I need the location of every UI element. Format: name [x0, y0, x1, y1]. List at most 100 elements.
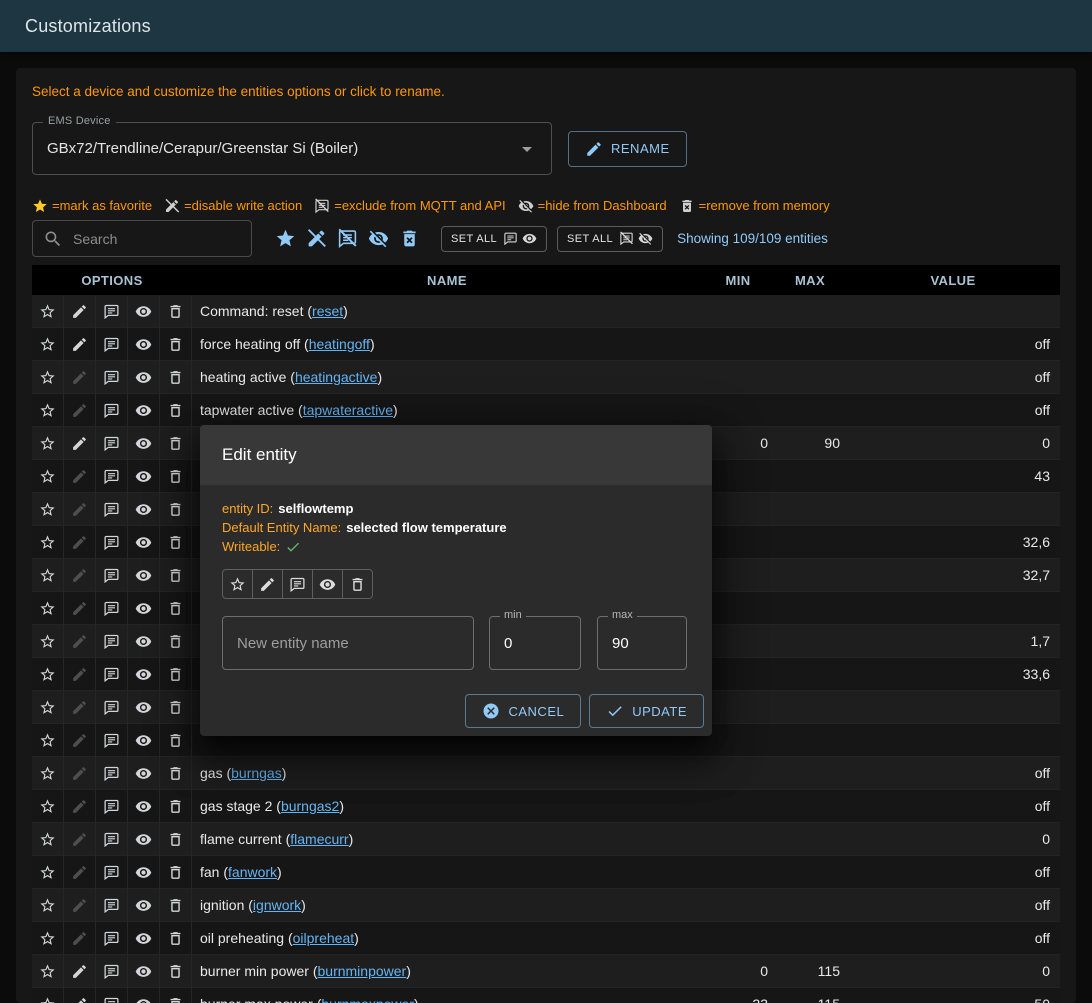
comment-option-button[interactable] [96, 625, 128, 657]
entity-shortname-link[interactable]: heatingoff [309, 336, 370, 352]
entity-shortname-link[interactable]: ignwork [253, 897, 301, 913]
eye-option-button[interactable] [128, 592, 160, 624]
edit-option-button[interactable] [64, 592, 96, 624]
set-all-enable-button[interactable]: SET ALL [441, 226, 547, 252]
entity-shortname-link[interactable]: burngas [231, 765, 282, 781]
edit-option-button[interactable] [64, 757, 96, 789]
edit-option-button[interactable] [64, 955, 96, 987]
star-option-button[interactable] [32, 889, 64, 921]
eye-option-button[interactable] [128, 625, 160, 657]
delete-option-button[interactable] [160, 394, 192, 426]
eye-option-button[interactable] [128, 988, 160, 1003]
edit-option-button[interactable] [64, 988, 96, 1003]
delete-option-button[interactable] [160, 460, 192, 492]
edit-option-button[interactable] [64, 922, 96, 954]
rename-button[interactable]: RENAME [568, 131, 687, 167]
edit-option-button[interactable] [64, 328, 96, 360]
eye-option-button[interactable] [128, 955, 160, 987]
comment-option-button[interactable] [96, 493, 128, 525]
edit-option-button[interactable] [64, 724, 96, 756]
delete-toggle-button[interactable] [342, 569, 373, 599]
star-option-button[interactable] [32, 526, 64, 558]
eye-option-button[interactable] [128, 328, 160, 360]
edit-option-button[interactable] [64, 790, 96, 822]
search-field[interactable] [32, 220, 252, 257]
delete-option-button[interactable] [160, 889, 192, 921]
edit-option-button[interactable] [64, 856, 96, 888]
comment-option-button[interactable] [96, 691, 128, 723]
star-option-button[interactable] [32, 955, 64, 987]
star-option-button[interactable] [32, 724, 64, 756]
eye-option-button[interactable] [128, 922, 160, 954]
edit-option-button[interactable] [64, 427, 96, 459]
edit-option-button[interactable] [64, 460, 96, 492]
star-option-button[interactable] [32, 328, 64, 360]
comment-option-button[interactable] [96, 988, 128, 1003]
star-filled-filter-button[interactable] [270, 223, 301, 254]
comment-option-button[interactable] [96, 295, 128, 327]
star-option-button[interactable] [32, 559, 64, 591]
entity-shortname-link[interactable]: fanwork [228, 864, 277, 880]
comment-option-button[interactable] [96, 592, 128, 624]
eye-option-button[interactable] [128, 889, 160, 921]
star-option-button[interactable] [32, 427, 64, 459]
comment-option-button[interactable] [96, 427, 128, 459]
entity-shortname-link[interactable]: oilpreheat [293, 930, 355, 946]
entity-shortname-link[interactable]: burnmaxpower [321, 996, 414, 1003]
delete-forever-filter-button[interactable] [394, 223, 425, 254]
edit-option-button[interactable] [64, 493, 96, 525]
star-option-button[interactable] [32, 394, 64, 426]
star-option-button[interactable] [32, 592, 64, 624]
comment-option-button[interactable] [96, 559, 128, 591]
edit-option-button[interactable] [64, 526, 96, 558]
entity-shortname-link[interactable]: burngas2 [281, 798, 339, 814]
new-entity-name-input[interactable] [223, 635, 473, 652]
star-option-button[interactable] [32, 460, 64, 492]
comment-option-button[interactable] [96, 823, 128, 855]
edit-option-button[interactable] [64, 394, 96, 426]
eye-option-button[interactable] [128, 526, 160, 558]
eye-option-button[interactable] [128, 559, 160, 591]
comment-option-button[interactable] [96, 922, 128, 954]
delete-option-button[interactable] [160, 295, 192, 327]
star-option-button[interactable] [32, 493, 64, 525]
delete-option-button[interactable] [160, 559, 192, 591]
delete-option-button[interactable] [160, 757, 192, 789]
comment-option-button[interactable] [96, 856, 128, 888]
star-option-button[interactable] [32, 856, 64, 888]
entity-shortname-link[interactable]: heatingactive [295, 369, 378, 385]
eye-option-button[interactable] [128, 295, 160, 327]
edit-option-button[interactable] [64, 889, 96, 921]
star-option-button[interactable] [32, 691, 64, 723]
comment-off-filter-button[interactable] [332, 223, 363, 254]
eye-option-button[interactable] [128, 361, 160, 393]
star-option-button[interactable] [32, 922, 64, 954]
eye-off-filter-button[interactable] [363, 223, 394, 254]
eye-option-button[interactable] [128, 823, 160, 855]
edit-option-button[interactable] [64, 559, 96, 591]
star-option-button[interactable] [32, 625, 64, 657]
eye-option-button[interactable] [128, 394, 160, 426]
delete-option-button[interactable] [160, 823, 192, 855]
search-input[interactable] [71, 230, 241, 248]
comment-option-button[interactable] [96, 724, 128, 756]
delete-option-button[interactable] [160, 922, 192, 954]
cancel-button[interactable]: CANCEL [465, 694, 581, 728]
eye-option-button[interactable] [128, 724, 160, 756]
edit-option-button[interactable] [64, 658, 96, 690]
delete-option-button[interactable] [160, 988, 192, 1003]
comment-toggle-button[interactable] [282, 569, 313, 599]
comment-option-button[interactable] [96, 757, 128, 789]
entity-shortname-link[interactable]: tapwateractive [303, 402, 393, 418]
delete-option-button[interactable] [160, 625, 192, 657]
star-toggle-button[interactable] [222, 569, 253, 599]
max-field[interactable]: max [597, 616, 687, 670]
eye-option-button[interactable] [128, 460, 160, 492]
star-option-button[interactable] [32, 988, 64, 1003]
eye-toggle-button[interactable] [312, 569, 343, 599]
min-input[interactable] [490, 635, 580, 652]
comment-option-button[interactable] [96, 460, 128, 492]
max-input[interactable] [598, 635, 686, 652]
comment-option-button[interactable] [96, 955, 128, 987]
edit-option-button[interactable] [64, 625, 96, 657]
